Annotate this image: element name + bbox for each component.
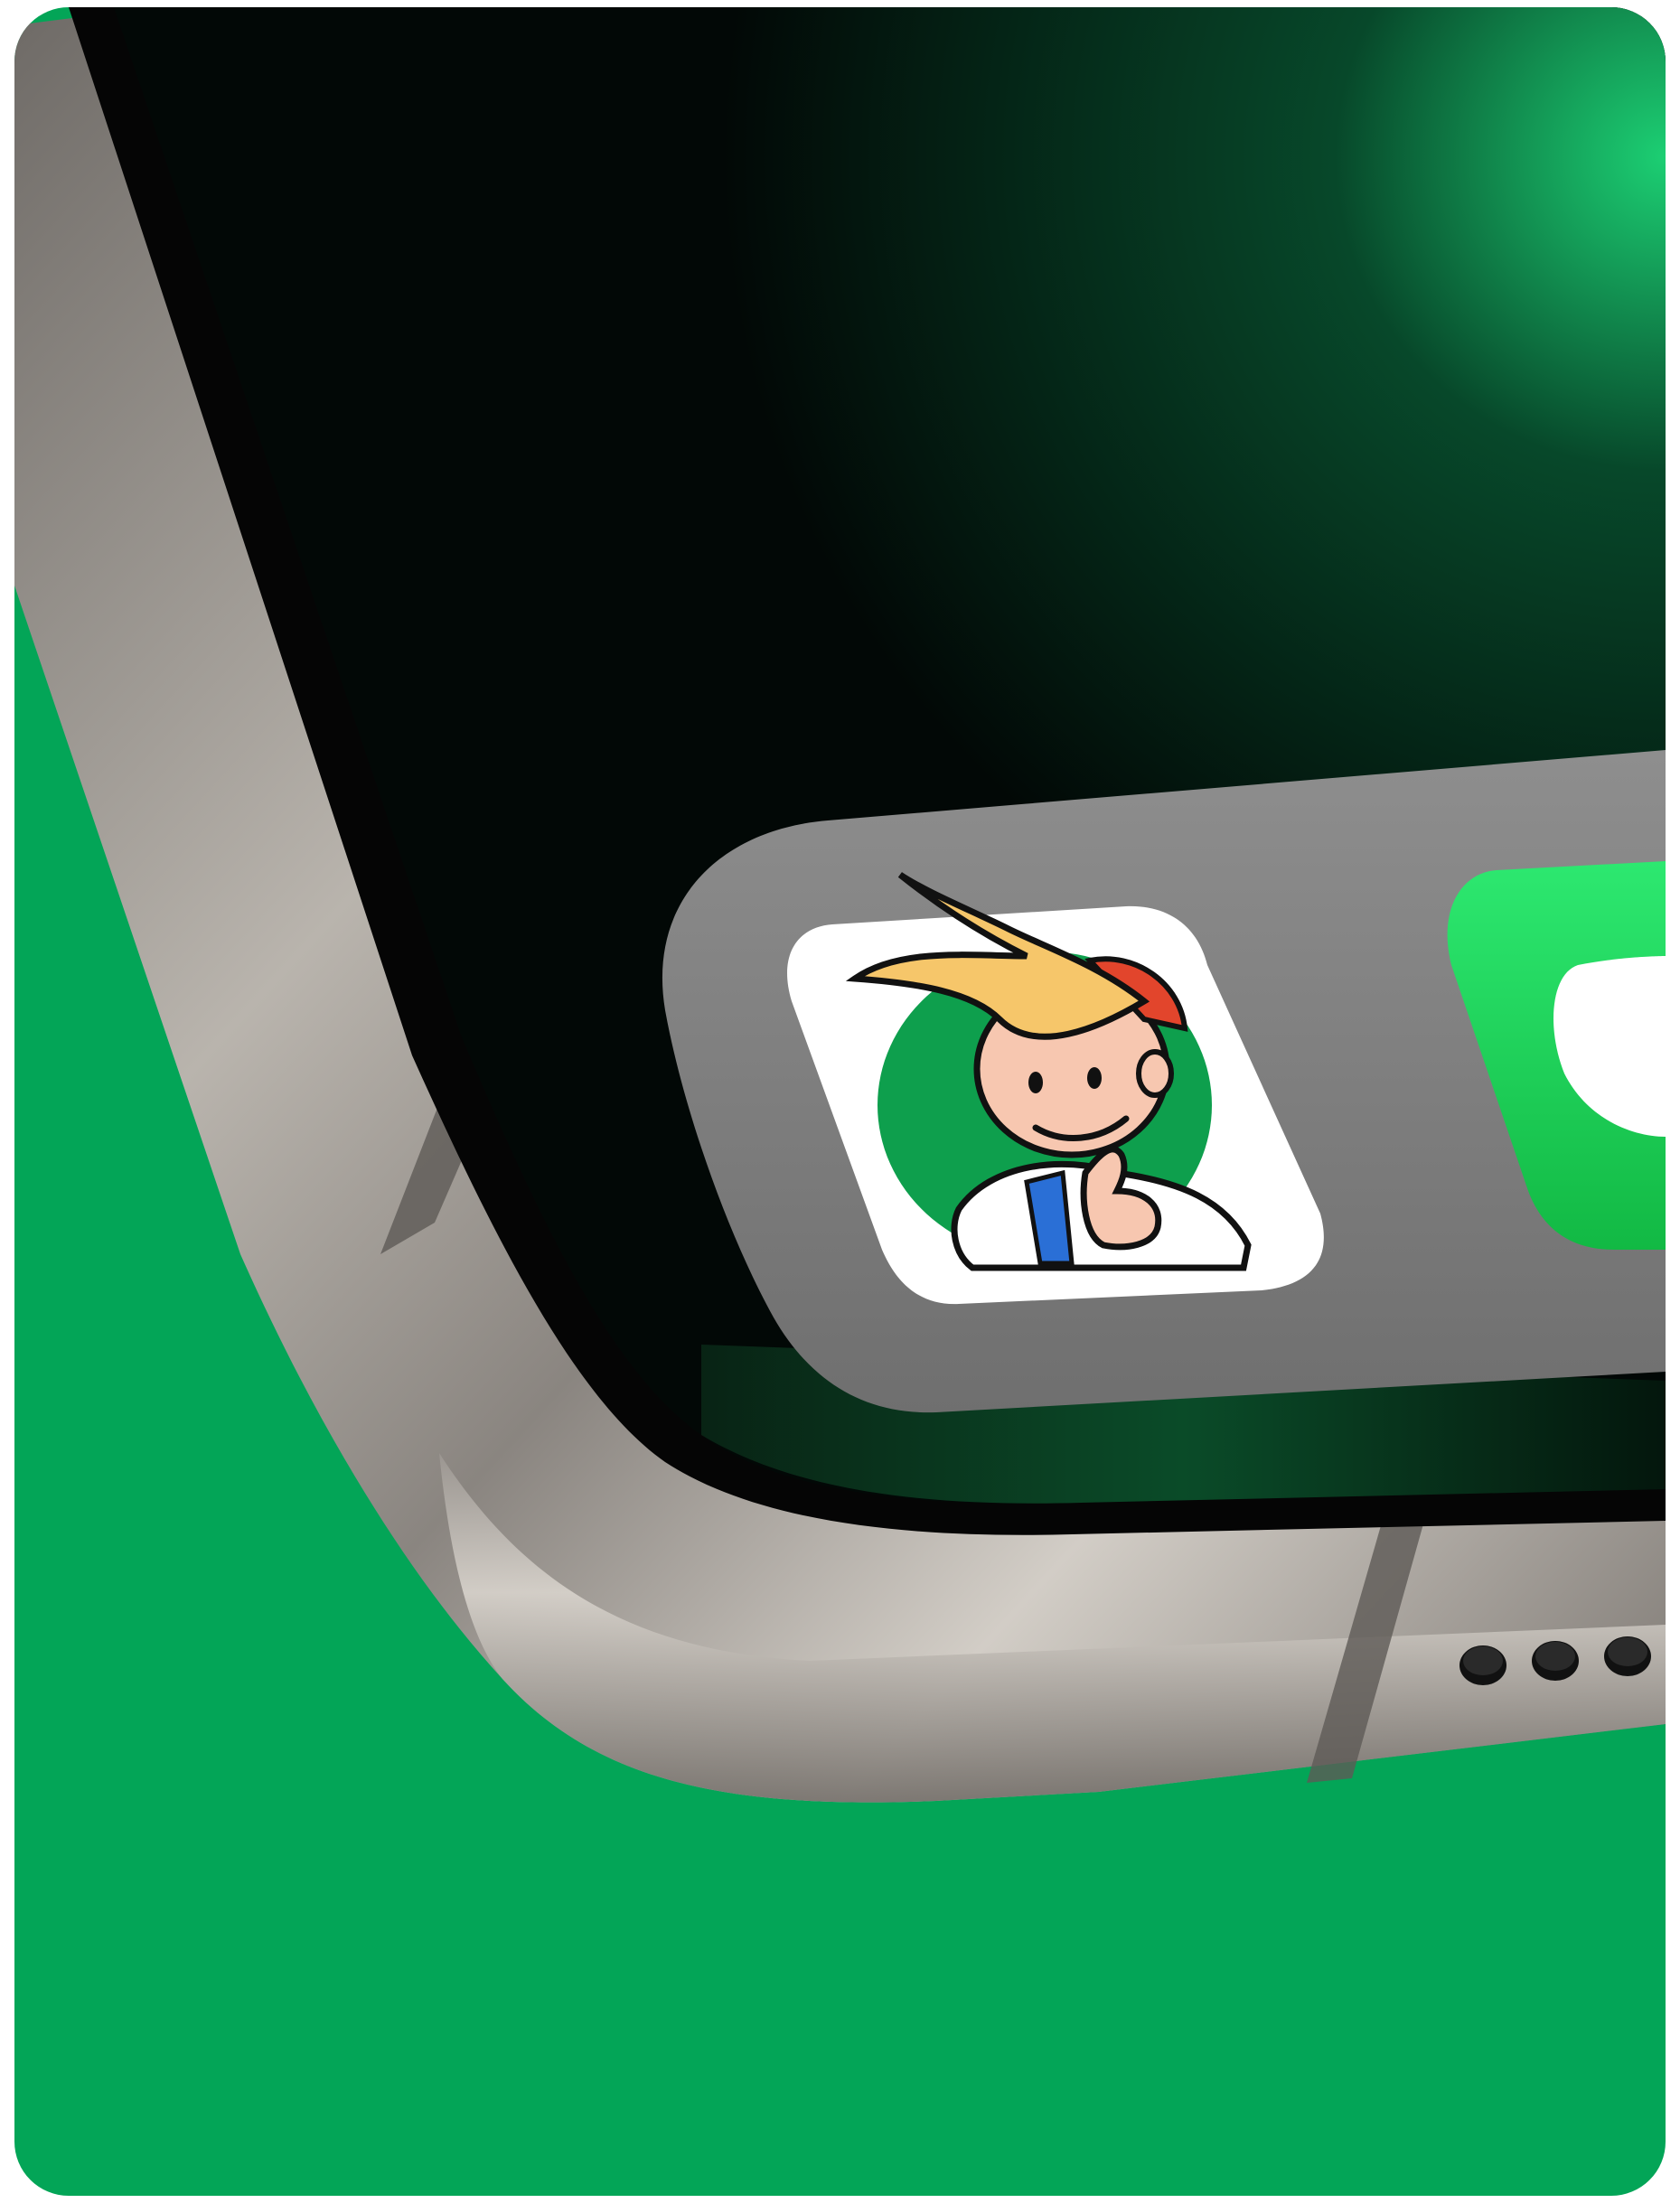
phone-scene [14,7,1666,1803]
image-card [14,7,1666,2196]
